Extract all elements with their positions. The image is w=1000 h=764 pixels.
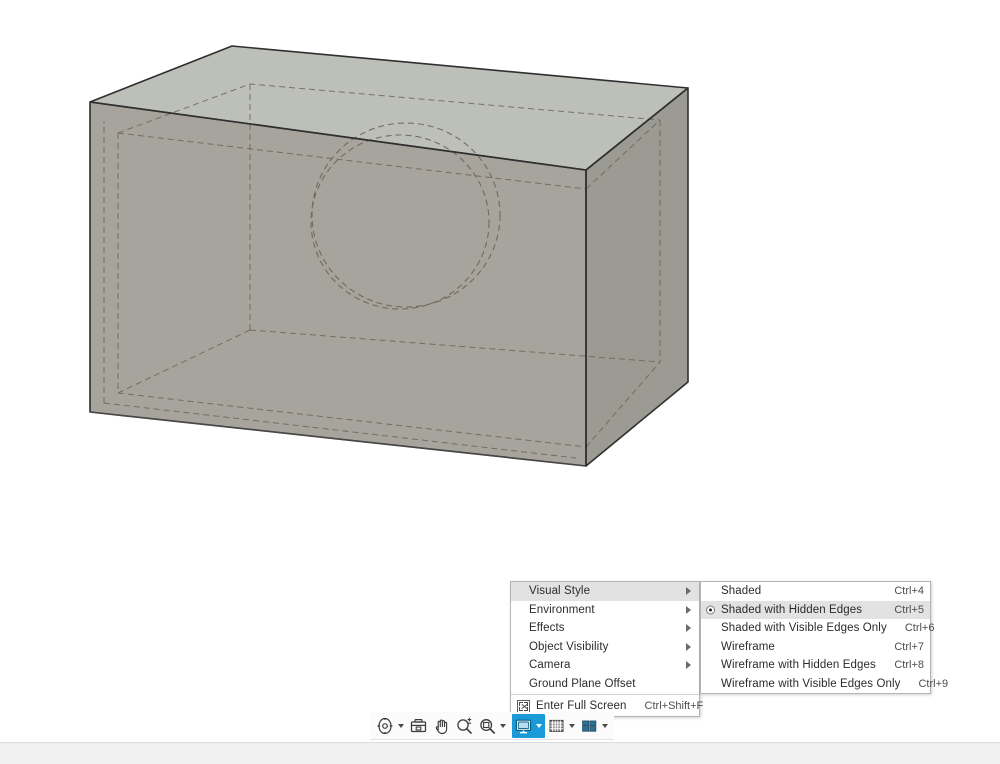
menu-item-shortcut: Ctrl+Shift+F (644, 700, 704, 712)
submenu-visual-style[interactable]: Shaded Ctrl+4 Shaded with Hidden Edges C… (700, 581, 948, 694)
fullscreen-icon (517, 699, 530, 713)
submenu-item-label: Shaded with Hidden Edges (721, 603, 863, 616)
chevron-down-icon (569, 723, 575, 728)
menu-item-label: Enter Full Screen (536, 700, 627, 712)
zoom-icon (457, 717, 472, 734)
orbit-icon (377, 717, 393, 734)
chevron-right-icon (686, 661, 691, 670)
menu-item-label: Visual Style (529, 585, 591, 598)
submenu-item-shortcut: Ctrl+5 (894, 603, 924, 616)
submenu-item-shortcut: Ctrl+6 (904, 622, 935, 635)
chevron-right-icon (686, 642, 691, 651)
submenu-item-wireframe-with-visible-edges-only[interactable]: Wireframe with Visible Edges Only Ctrl+9 (701, 675, 948, 694)
pan-button[interactable] (430, 714, 453, 738)
look-at-button[interactable] (407, 714, 430, 738)
submenu-item-shaded-with-hidden-edges[interactable]: Shaded with Hidden Edges Ctrl+5 (701, 600, 930, 619)
submenu-item-shortcut: Ctrl+7 (894, 640, 924, 653)
submenu-item-wireframe[interactable]: Wireframe Ctrl+7 (701, 638, 930, 657)
status-bar (0, 742, 1000, 764)
menu-item-label: Object Visibility (529, 640, 609, 653)
context-menu-visual-settings[interactable]: Visual Style Environment Effects Object … (510, 581, 703, 717)
menu-separator (511, 694, 699, 695)
menu-item-camera[interactable]: Camera (511, 656, 699, 675)
menu-item-label: Ground Plane Offset (529, 677, 636, 690)
chevron-right-icon (686, 605, 691, 614)
submenu-item-shortcut: Ctrl+4 (894, 585, 924, 598)
menu-item-label: Effects (529, 622, 565, 635)
menu-item-environment[interactable]: Environment (511, 601, 699, 620)
chevron-right-icon (686, 587, 691, 596)
submenu-item-label: Wireframe with Hidden Edges (721, 659, 876, 672)
submenu-item-label: Wireframe (721, 640, 775, 653)
submenu-item-shaded[interactable]: Shaded Ctrl+4 (701, 582, 930, 601)
look-at-icon (410, 718, 427, 732)
menu-item-ground-plane-offset[interactable]: Ground Plane Offset (511, 675, 699, 694)
grid-snaps-button[interactable] (545, 714, 578, 738)
chevron-down-icon (500, 723, 506, 728)
submenu-item-label: Shaded with Visible Edges Only (721, 622, 887, 635)
menu-item-label: Environment (529, 603, 595, 616)
radio-selected-icon (706, 605, 715, 615)
zoom-button[interactable] (453, 714, 476, 738)
submenu-item-label: Wireframe with Visible Edges Only (721, 677, 901, 690)
menu-item-visual-style[interactable]: Visual Style (511, 582, 699, 601)
submenu-item-label: Shaded (721, 585, 762, 598)
viewports-button[interactable] (578, 714, 611, 738)
fit-view-button[interactable] (476, 714, 509, 738)
menu-item-label: Camera (529, 659, 571, 672)
menu-item-effects[interactable]: Effects (511, 619, 699, 638)
pan-hand-icon (435, 718, 448, 734)
grid-snaps-icon (549, 719, 564, 732)
chevron-down-icon (602, 723, 608, 728)
view-toolbar[interactable] (370, 712, 614, 740)
fit-view-icon (480, 718, 495, 734)
submenu-item-wireframe-with-hidden-edges[interactable]: Wireframe with Hidden Edges Ctrl+8 (701, 656, 930, 675)
orbit-button[interactable] (373, 714, 407, 738)
chevron-right-icon (686, 624, 691, 633)
submenu-item-shortcut: Ctrl+8 (894, 659, 924, 672)
submenu-item-shaded-with-visible-edges-only[interactable]: Shaded with Visible Edges Only Ctrl+6 (701, 619, 934, 638)
display-settings-icon (515, 719, 532, 733)
application-root: Visual Style Environment Effects Object … (0, 0, 1000, 764)
menu-item-object-visibility[interactable]: Object Visibility (511, 638, 699, 657)
chevron-down-icon (398, 723, 404, 728)
viewports-icon (582, 720, 597, 732)
submenu-item-shortcut: Ctrl+9 (918, 677, 949, 690)
display-settings-button[interactable] (512, 713, 545, 738)
chevron-down-icon (536, 723, 542, 728)
